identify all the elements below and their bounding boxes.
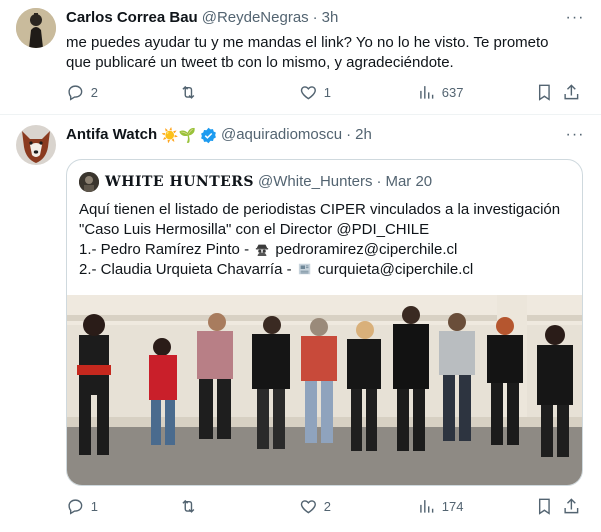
email-pedro: pedroramirez@ciperchile.cl	[271, 241, 458, 258]
avatar-carlos[interactable]	[16, 8, 56, 48]
share-button[interactable]	[562, 496, 581, 516]
like-count: 1	[323, 84, 331, 100]
quoted-author-avatar	[79, 172, 99, 192]
quoted-author-handle: @White_Hunters	[258, 173, 373, 190]
reply-icon	[68, 499, 83, 515]
views-icon	[420, 499, 434, 513]
tweet-header: Antifa Watch ☀️🌱 @aquiradiomoscu · 2h	[66, 125, 585, 145]
share-icon	[564, 83, 579, 99]
timestamp[interactable]: 3h	[322, 8, 339, 28]
retweet-button[interactable]	[179, 82, 204, 102]
views-button[interactable]: 174	[417, 496, 463, 516]
reply-count: 1	[90, 498, 98, 514]
list-item-1-name: 1.- Pedro Ramírez Pinto -	[79, 241, 254, 258]
quoted-tweet-photo[interactable]	[67, 295, 582, 485]
retweet-icon	[182, 85, 195, 99]
more-options-button[interactable]: ···	[565, 8, 585, 28]
like-button[interactable]: 2	[299, 496, 331, 516]
quoted-text-line: "Caso Luis Hermosilla" con el Director @…	[79, 221, 430, 238]
like-button[interactable]: 1	[299, 82, 331, 102]
views-count: 174	[441, 498, 464, 514]
more-options-button[interactable]: ···	[565, 125, 585, 145]
share-button[interactable]	[562, 82, 581, 102]
bookmark-button[interactable]	[535, 82, 554, 102]
separator-dot: ·	[312, 9, 318, 26]
reply-button[interactable]: 1	[66, 496, 98, 516]
quoted-text-line: 1.- Pedro Ramírez Pinto - pedroramirez@c…	[79, 240, 570, 260]
author-emoji: ☀️🌱	[161, 127, 196, 143]
bookmark-button[interactable]	[535, 496, 554, 516]
email-claudia: curquieta@ciperchile.cl	[313, 261, 474, 278]
tweet-carlos[interactable]: Carlos Correa Bau @ReydeNegras · 3h ··· …	[0, 0, 601, 115]
newspaper-icon	[298, 263, 311, 275]
tweet-antifa-watch[interactable]: Antifa Watch ☀️🌱 @aquiradiomoscu · 2h ··…	[0, 115, 601, 532]
author-name[interactable]: Carlos Correa Bau	[66, 8, 198, 28]
quoted-author-name: 𝐖𝐇𝐈𝐓𝐄 𝐇𝐔𝐍𝐓𝐄𝐑𝐒	[105, 174, 255, 190]
quoted-tweet-header: 𝐖𝐇𝐈𝐓𝐄 𝐇𝐔𝐍𝐓𝐄𝐑𝐒 @White_Hunters · Mar 20	[79, 172, 432, 192]
like-count: 2	[323, 498, 331, 514]
like-icon	[300, 499, 316, 514]
quoted-text-line: Aquí tienen el listado de periodistas CI…	[79, 201, 561, 218]
separator-dot: ·	[346, 126, 352, 143]
reply-count: 2	[90, 84, 98, 100]
bookmark-icon	[538, 84, 550, 101]
spy-icon	[256, 244, 269, 256]
bookmark-icon	[538, 498, 550, 515]
reply-button[interactable]: 2	[66, 82, 98, 102]
tweet-header: Carlos Correa Bau @ReydeNegras · 3h	[66, 8, 585, 28]
views-icon	[420, 85, 434, 99]
list-item-2-name: 2.- Claudia Urquieta Chavarría -	[79, 261, 296, 278]
avatar-antifa-watch[interactable]	[16, 125, 56, 165]
like-icon	[300, 85, 316, 100]
quoted-tweet-text: Aquí tienen el listado de periodistas CI…	[79, 200, 570, 280]
share-icon	[564, 497, 579, 513]
action-bar: 1 2 174	[66, 496, 585, 516]
author-name[interactable]: Antifa Watch	[66, 125, 157, 145]
author-handle[interactable]: @aquiradiomoscu	[221, 125, 342, 145]
action-bar: 2 1 637	[66, 82, 585, 102]
retweet-button[interactable]	[179, 496, 204, 516]
author-handle[interactable]: @ReydeNegras	[202, 8, 309, 28]
tweet-text-line: me puedes ayudar tu y me mandas el link?…	[66, 34, 549, 51]
quoted-text-line: 2.- Claudia Urquieta Chavarría - curquie…	[79, 260, 570, 280]
quoted-tweet[interactable]: 𝐖𝐇𝐈𝐓𝐄 𝐇𝐔𝐍𝐓𝐄𝐑𝐒 @White_Hunters · Mar 20 Aq…	[66, 159, 583, 486]
views-button[interactable]: 637	[417, 82, 463, 102]
views-count: 637	[441, 84, 464, 100]
reply-icon	[68, 85, 83, 101]
quoted-timestamp: Mar 20	[385, 173, 433, 190]
retweet-icon	[182, 499, 195, 513]
tweet-text: me puedes ayudar tu y me mandas el link?…	[66, 33, 579, 73]
timestamp[interactable]: 2h	[355, 125, 372, 145]
tweet-text-line: que publicaré un tweet tb con lo mismo, …	[66, 54, 454, 71]
separator-dot: ·	[376, 173, 382, 190]
verified-badge-icon[interactable]	[200, 127, 217, 144]
